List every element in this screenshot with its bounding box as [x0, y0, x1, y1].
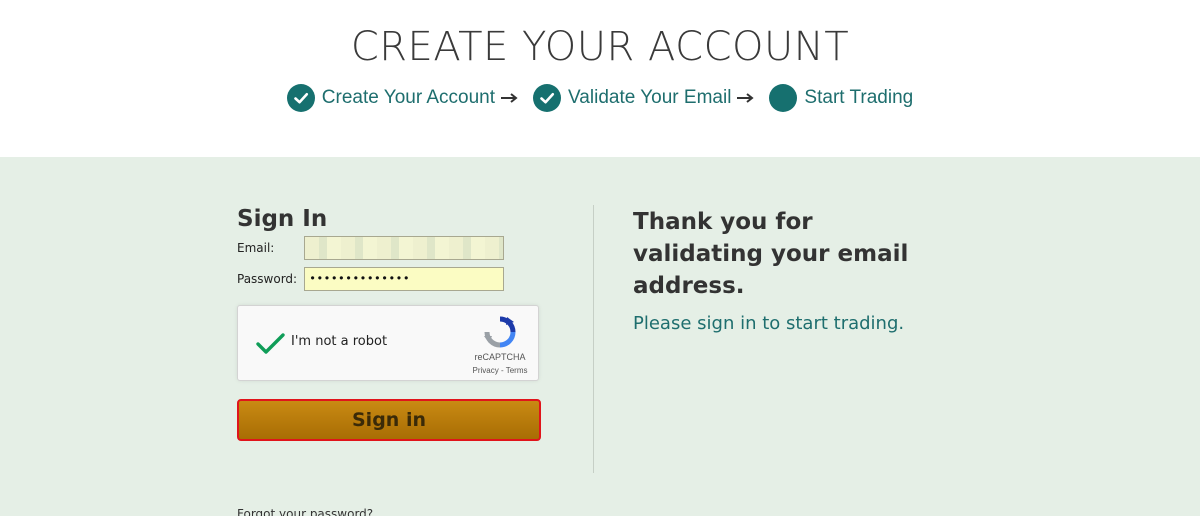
arrow-right-icon — [737, 92, 755, 104]
recaptcha-widget: I'm not a robot reCAPTCHA Privacy - Term… — [237, 305, 539, 381]
signin-title: Sign In — [237, 206, 328, 232]
check-circle-icon — [286, 84, 315, 112]
step-start-trading: Start Trading — [769, 84, 913, 112]
signin-button[interactable]: Sign in — [237, 399, 541, 441]
content-panel: Sign In Email: Password: I'm not a robot — [0, 157, 1200, 516]
step-validate-email: Validate Your Email — [533, 84, 731, 112]
password-row: Password: — [237, 267, 504, 291]
recaptcha-links[interactable]: Privacy - Terms — [460, 366, 540, 375]
step-label: Validate Your Email — [568, 87, 732, 108]
page-header: CREATE YOUR ACCOUNT Create Your Account … — [0, 0, 1200, 157]
page-title: CREATE YOUR ACCOUNT — [350, 24, 850, 70]
check-circle-icon — [533, 84, 562, 112]
filled-circle-icon — [769, 84, 798, 112]
progress-steps: Create Your Account Validate Your Email … — [0, 84, 1200, 112]
signin-form: Sign In Email: Password: I'm not a robot — [237, 206, 547, 516]
confirmation-subtitle: Please sign in to start trading. — [633, 313, 905, 334]
recaptcha-brand: reCAPTCHA — [474, 352, 526, 362]
recaptcha-logo-icon — [483, 315, 517, 349]
email-row: Email: — [237, 236, 504, 260]
confirmation-title: Thank you for validating your email addr… — [633, 209, 909, 299]
confirmation-message: Thank you for validating your email addr… — [633, 206, 933, 334]
recaptcha-checkmark-icon[interactable] — [254, 327, 286, 359]
step-label: Start Trading — [804, 87, 914, 108]
recaptcha-label: I'm not a robot — [291, 334, 388, 349]
arrow-right-icon — [501, 92, 519, 104]
forgot-password-link[interactable]: Forgot your password? — [237, 507, 373, 516]
step-create-account: Create Your Account — [286, 84, 496, 112]
password-label: Password: — [237, 272, 298, 286]
step-label: Create Your Account — [321, 87, 496, 108]
email-label: Email: — [237, 241, 275, 255]
email-field[interactable] — [304, 236, 504, 260]
password-field[interactable] — [304, 267, 504, 291]
vertical-divider — [593, 205, 594, 473]
